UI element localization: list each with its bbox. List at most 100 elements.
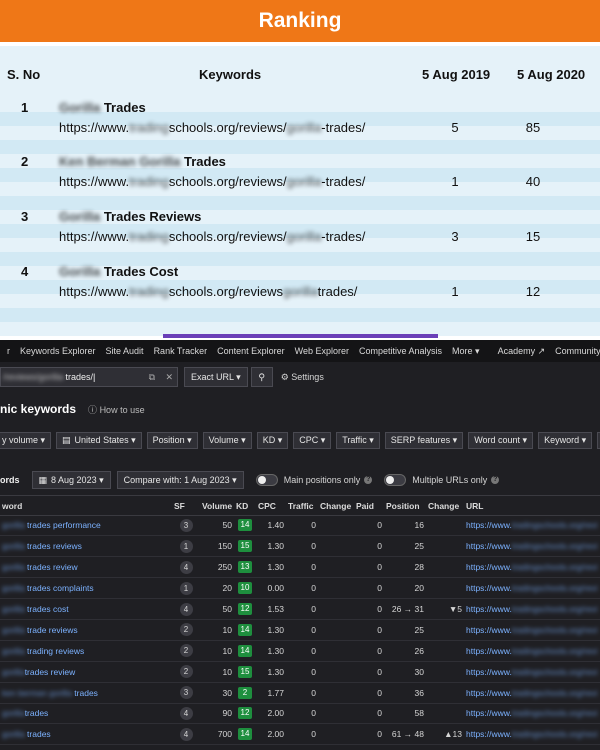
nav-item[interactable]: Academy ↗ (493, 346, 551, 357)
nav-item[interactable]: Competitive Analysis (354, 346, 447, 356)
top-nav: r Keywords Explorer Site Audit Rank Tracker… (0, 340, 600, 362)
column-header[interactable]: SF (172, 498, 200, 516)
filter-button[interactable]: Volume ▾ (202, 431, 252, 449)
row-url: https://www.tradingschools.org/reviews/g… (59, 174, 366, 189)
url-cell[interactable]: https://www.tradingschools.org/revi (464, 535, 600, 558)
nav-item[interactable]: Site Audit (101, 346, 149, 356)
column-header[interactable]: word (0, 498, 172, 516)
filter-button[interactable]: Position ▾ (146, 431, 198, 449)
us-flag-icon: ▤ (62, 434, 71, 445)
url-cell[interactable]: https://www.tradingschools.org/revi (464, 577, 600, 600)
filter-button[interactable]: Traffic ▾ (336, 431, 380, 449)
column-header[interactable]: URL (464, 498, 600, 516)
keyword-cell[interactable]: ken berman gorilla trades (0, 682, 172, 704)
paid-cell: 0 (354, 682, 384, 704)
sf-cell[interactable]: 4 (172, 703, 200, 725)
keyword-cell[interactable]: gorillatrades review (0, 661, 172, 683)
filter-button[interactable]: Keyword ▾ (538, 431, 593, 449)
sf-cell[interactable]: 4 (172, 556, 200, 579)
table-row: gorilla trading reviews 2 10 14 1.30 0 0 26 http… (0, 640, 600, 662)
ranking-table: S. No Keywords 5 Aug 2019 5 Aug 2020 1 Go… (0, 46, 600, 338)
url-cell[interactable]: https://www.tradingschools.org/revi (464, 515, 600, 537)
sf-cell[interactable]: 1 (172, 535, 200, 558)
open-external-icon[interactable]: ⧉ (149, 372, 155, 383)
main-positions-toggle[interactable] (255, 474, 278, 486)
search-button[interactable]: ⚲ (250, 367, 273, 387)
sf-cell[interactable]: 4 (172, 598, 200, 620)
url-input[interactable]: /reviews/gorilla- trades/| ⧉ ✕ (0, 367, 178, 387)
traffic-cell: 0 (286, 515, 318, 537)
filter-button[interactable]: KD ▾ (256, 431, 289, 449)
mode-select[interactable]: Exact URL ▾ (184, 367, 248, 387)
column-header[interactable]: KD (234, 498, 256, 516)
clear-icon[interactable]: ✕ (165, 372, 173, 383)
filter-button[interactable]: CPC ▾ (293, 431, 332, 449)
position-cell: 25 (384, 619, 426, 641)
nav-item[interactable]: Community ↗ (550, 346, 600, 357)
keyword-cell[interactable]: gorillatrades (0, 703, 172, 725)
position-cell: 36 (384, 682, 426, 704)
keyword-cell[interactable]: gorilla trades cost (0, 598, 172, 620)
help-icon[interactable]: ? (491, 476, 500, 484)
keyword-cell[interactable]: gorilla trades review (0, 556, 172, 579)
help-icon[interactable]: ? (364, 476, 373, 484)
sf-cell[interactable]: 2 (172, 640, 200, 662)
position-cell: 16 (384, 515, 426, 537)
filter-button[interactable]: ▤ United States ▾ (56, 431, 142, 449)
column-header[interactable]: Position (384, 498, 426, 516)
column-header[interactable]: Change (426, 498, 464, 516)
compare-select[interactable]: Compare with: 1 Aug 2023 ▾ (116, 471, 244, 489)
sf-cell[interactable]: 2 (172, 619, 200, 641)
column-header[interactable]: Paid (354, 498, 384, 516)
volume-cell: 700 (200, 723, 234, 746)
nav-item[interactable]: Content Explorer (212, 346, 290, 356)
row-url: https://www.tradingschools.org/reviews/g… (59, 229, 366, 244)
url-cell[interactable]: https://www.tradingschools.org/revi (464, 619, 600, 641)
nav-item[interactable]: r (2, 346, 15, 356)
nav-item[interactable]: Rank Tracker (149, 346, 213, 356)
column-header[interactable]: Change (318, 498, 354, 516)
rank-2019: 3 (451, 229, 459, 244)
nav-item[interactable]: More ▾ (447, 346, 485, 357)
scroll-indicator (163, 334, 438, 338)
keyword-cell[interactable]: gorilla trades performance (0, 515, 172, 537)
url-cell[interactable]: https://www.tradingschools.org/revi (464, 556, 600, 579)
keyword-cell[interactable]: gorilla trades (0, 723, 172, 746)
column-header[interactable]: Volume (200, 498, 234, 516)
sf-cell[interactable]: 1 (172, 577, 200, 600)
paid-cell: 0 (354, 661, 384, 683)
blurred-text: Ken Berman Gorilla (59, 154, 181, 169)
date-select[interactable]: ▦ 8 Aug 2023 ▾ (31, 471, 111, 489)
how-to-use-link[interactable]: ⓘ How to use (88, 403, 145, 416)
multiple-urls-toggle[interactable] (384, 474, 407, 486)
nav-item[interactable]: Web Explorer (290, 346, 354, 356)
sf-cell[interactable]: 4 (172, 723, 200, 746)
url-cell[interactable]: https://www.tradingschools.org/revi (464, 682, 600, 704)
sf-cell[interactable]: 3 (172, 682, 200, 704)
filter-button[interactable]: Word count ▾ (468, 431, 534, 449)
filter-button[interactable]: SERP features ▾ (384, 431, 464, 449)
keyword-cell[interactable]: gorilla trading reviews (0, 640, 172, 662)
traffic-change-cell (318, 598, 354, 620)
nav-item[interactable]: Keywords Explorer (15, 346, 101, 356)
keyword-cell[interactable]: gorilla trades reviews (0, 535, 172, 558)
url-cell[interactable]: https://www.tradingschools.org/revi (464, 723, 600, 746)
keyword-cell[interactable]: gorilla trade reviews (0, 619, 172, 641)
column-header[interactable]: CPC (256, 498, 286, 516)
url-cell[interactable]: https://www.tradingschools.org/revi (464, 598, 600, 620)
keyword-cell[interactable]: gorilla trades complaints (0, 577, 172, 600)
url-cell[interactable]: https://www.tradingschools.org/revi (464, 703, 600, 725)
sf-cell[interactable]: 3 (172, 515, 200, 537)
url-cell[interactable]: https://www.tradingschools.org/revi (464, 640, 600, 662)
url-cell[interactable]: https://www.tradingschools.org/revi (464, 661, 600, 683)
filter-button[interactable]: y volume ▾ (0, 431, 52, 449)
position-change-cell (426, 682, 464, 704)
sf-cell[interactable]: 2 (172, 661, 200, 683)
rank-2019: 5 (451, 120, 459, 135)
kd-cell: 2 (234, 682, 256, 704)
column-header[interactable]: Traffic (286, 498, 318, 516)
cpc-cell: 2.00 (256, 723, 286, 746)
settings-button[interactable]: ⚙ Settings (281, 372, 324, 383)
multiple-urls-label: Multiple URLs only (412, 475, 488, 485)
paid-cell: 0 (354, 556, 384, 579)
